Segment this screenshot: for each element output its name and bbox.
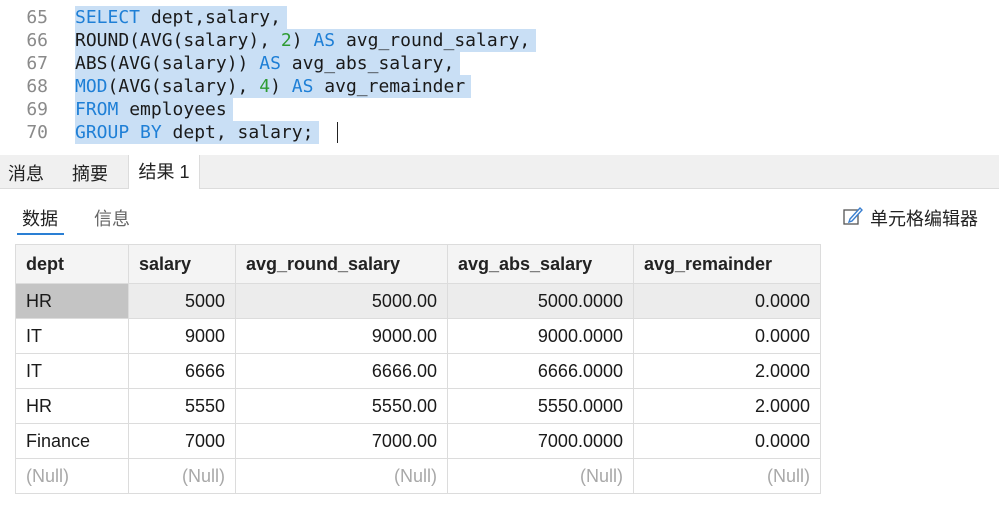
cell-avg-remainder[interactable]: 0.0000 xyxy=(633,283,821,319)
tab-messages[interactable]: 消息 xyxy=(0,155,52,188)
sql-keyword: FROM xyxy=(75,99,119,120)
col-header-avg-remainder[interactable]: avg_remainder xyxy=(633,244,821,284)
cell-dept[interactable]: HR xyxy=(15,388,129,424)
code-text: ROUND(AVG(salary), 2) AS avg_round_salar… xyxy=(75,29,537,52)
sql-keyword: AS xyxy=(259,53,281,74)
sql-keyword: AS xyxy=(313,30,336,51)
cell-avg-round-salary[interactable]: (Null) xyxy=(235,458,448,494)
active-subtab-indicator xyxy=(17,233,64,235)
sql-token: dept, salary; xyxy=(161,122,314,143)
cell-dept[interactable]: (Null) xyxy=(15,458,129,494)
sql-token: ) xyxy=(270,76,292,97)
cell-avg-abs-salary[interactable]: 5550.0000 xyxy=(447,388,634,424)
sql-keyword: SELECT xyxy=(75,7,141,28)
cell-avg-remainder[interactable]: 0.0000 xyxy=(633,423,821,459)
sql-token: (AVG(salary), xyxy=(107,76,260,97)
cell-salary[interactable]: 5000 xyxy=(128,283,236,319)
cell-dept[interactable]: IT xyxy=(15,318,129,354)
cell-editor-label: 单元格编辑器 xyxy=(870,209,978,229)
cell-salary[interactable]: 5550 xyxy=(128,388,236,424)
subtab-data[interactable]: 数据 xyxy=(22,205,58,231)
col-header-dept[interactable]: dept xyxy=(15,244,129,284)
line-number: 69 xyxy=(26,99,48,120)
cell-salary[interactable]: 9000 xyxy=(128,318,236,354)
sql-number: 2 xyxy=(280,30,292,51)
table-row[interactable]: Finance 7000 7000.00 7000.0000 0.0000 xyxy=(15,423,821,459)
result-subbar: 数据 信息 单元格编辑器 xyxy=(0,189,999,242)
code-text: SELECT dept,salary, xyxy=(75,6,287,29)
cell-avg-abs-salary[interactable]: (Null) xyxy=(447,458,634,494)
sql-token: ABS(AVG(salary)) xyxy=(75,53,260,74)
cell-avg-round-salary[interactable]: 5550.00 xyxy=(235,388,448,424)
col-header-salary[interactable]: salary xyxy=(128,244,236,284)
tab-summary[interactable]: 摘要 xyxy=(62,155,118,188)
cell-avg-abs-salary[interactable]: 7000.0000 xyxy=(447,423,634,459)
cell-avg-abs-salary[interactable]: 5000.0000 xyxy=(447,283,634,319)
sql-token: ) xyxy=(291,30,314,51)
result-grid[interactable]: dept salary avg_round_salary avg_abs_sal… xyxy=(15,244,821,494)
sql-token: ROUND(AVG(salary), xyxy=(75,30,281,51)
sql-token: avg_round_salary, xyxy=(335,30,531,51)
col-header-avg-abs-salary[interactable]: avg_abs_salary xyxy=(447,244,634,284)
code-text: GROUP BY dept, salary; xyxy=(75,121,320,144)
table-row[interactable]: IT 6666 6666.00 6666.0000 2.0000 xyxy=(15,353,821,389)
line-number: 65 xyxy=(26,7,48,28)
code-text: FROM employees xyxy=(75,98,233,121)
code-text: MOD(AVG(salary), 4) AS avg_remainder xyxy=(75,75,472,98)
line-number: 70 xyxy=(26,122,48,143)
cell-salary[interactable]: 6666 xyxy=(128,353,236,389)
sql-number: 4 xyxy=(259,76,271,97)
sql-keyword: GROUP BY xyxy=(75,122,162,143)
cell-editor-button[interactable]: 单元格编辑器 xyxy=(842,205,978,231)
table-row[interactable]: HR 5000 5000.00 5000.0000 0.0000 xyxy=(15,283,821,319)
cell-avg-round-salary[interactable]: 7000.00 xyxy=(235,423,448,459)
cell-avg-round-salary[interactable]: 5000.00 xyxy=(235,283,448,319)
grid-header-row: dept salary avg_round_salary avg_abs_sal… xyxy=(15,244,821,284)
cell-salary[interactable]: 7000 xyxy=(128,423,236,459)
col-header-avg-round-salary[interactable]: avg_round_salary xyxy=(235,244,448,284)
sql-token: avg_remainder xyxy=(313,76,466,97)
result-tabs: 消息 摘要 结果 1 xyxy=(0,155,999,189)
line-number: 67 xyxy=(26,53,48,74)
line-number: 68 xyxy=(26,76,48,97)
cell-avg-remainder[interactable]: 2.0000 xyxy=(633,388,821,424)
edit-pencil-icon xyxy=(842,205,864,232)
sql-token: employees xyxy=(118,99,227,120)
cell-salary[interactable]: (Null) xyxy=(128,458,236,494)
cell-avg-abs-salary[interactable]: 6666.0000 xyxy=(447,353,634,389)
cell-dept[interactable]: IT xyxy=(15,353,129,389)
tab-result-1[interactable]: 结果 1 xyxy=(128,155,200,189)
table-row[interactable]: HR 5550 5550.00 5550.0000 2.0000 xyxy=(15,388,821,424)
code-text: ABS(AVG(salary)) AS avg_abs_salary, xyxy=(75,52,461,75)
cell-dept[interactable]: HR xyxy=(15,283,129,319)
cell-avg-remainder[interactable]: 2.0000 xyxy=(633,353,821,389)
cell-avg-round-salary[interactable]: 9000.00 xyxy=(235,318,448,354)
sql-keyword: MOD xyxy=(75,76,108,97)
cell-avg-abs-salary[interactable]: 9000.0000 xyxy=(447,318,634,354)
subtab-info[interactable]: 信息 xyxy=(94,205,130,231)
table-row-new[interactable]: (Null) (Null) (Null) (Null) (Null) xyxy=(15,458,821,494)
sql-token: avg_abs_salary, xyxy=(280,53,455,74)
line-number: 66 xyxy=(26,30,48,51)
cell-avg-remainder[interactable]: 0.0000 xyxy=(633,318,821,354)
cell-dept[interactable]: Finance xyxy=(15,423,129,459)
cell-avg-round-salary[interactable]: 6666.00 xyxy=(235,353,448,389)
sql-keyword: AS xyxy=(291,76,314,97)
cell-avg-remainder[interactable]: (Null) xyxy=(633,458,821,494)
sql-token: dept,salary, xyxy=(140,7,281,28)
table-row[interactable]: IT 9000 9000.00 9000.0000 0.0000 xyxy=(15,318,821,354)
text-cursor xyxy=(337,122,338,143)
sql-editor[interactable]: 65 SELECT dept,salary, 66 ROUND(AVG(salary)… xyxy=(0,0,999,155)
